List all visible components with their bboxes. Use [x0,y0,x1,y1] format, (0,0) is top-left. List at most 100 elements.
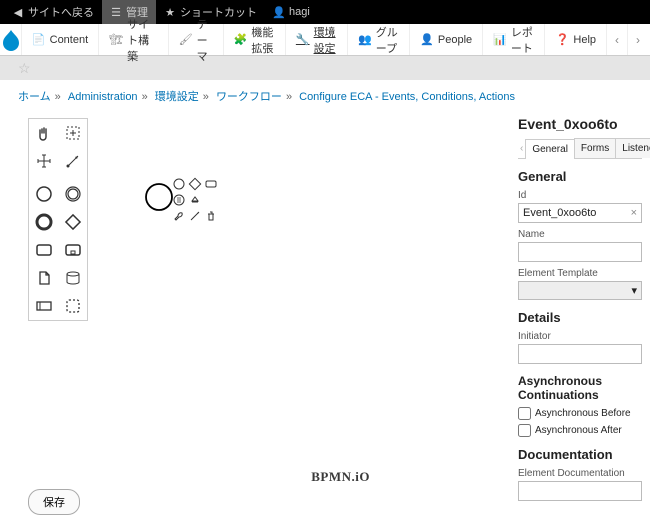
palette-group[interactable] [58,292,87,320]
drupal-logo[interactable] [2,24,21,55]
drupal-toolbar: ◀ サイトへ戻る ☰ 管理 ★ ショートカット 👤 hagi [0,0,650,24]
user-icon: 👤 [273,6,285,19]
name-label: Name [518,229,642,240]
tool-hand[interactable] [29,119,58,147]
breadcrumb: ホーム» Administration» 環境設定» ワークフロー» Confi… [0,80,650,112]
palette-start-event[interactable] [29,180,58,208]
help-icon: ❓ [555,33,569,47]
save-button[interactable]: 保存 [28,489,80,515]
menu-extend-label: 機能拡張 [251,24,275,56]
ctx-append-event[interactable] [172,177,186,191]
favorite-bar: ☆ [0,56,650,80]
tab-general[interactable]: General [525,139,575,159]
async-after-checkbox[interactable] [518,424,531,437]
context-pad [172,177,226,223]
bpmn-canvas[interactable]: 保存 BPMN.iO [0,112,510,525]
doc-field[interactable] [518,481,642,501]
back-icon: ◀ [12,6,24,19]
crumb-current[interactable]: Configure ECA - Events, Conditions, Acti… [299,91,515,103]
panel-title: Event_0xoo6to [518,116,642,132]
palette-end-event[interactable] [29,208,58,236]
favorite-star-icon[interactable]: ☆ [18,60,31,77]
palette-gateway[interactable] [58,208,87,236]
menu-people[interactable]: 👤People [409,24,482,55]
tab-forms[interactable]: Forms [574,138,616,158]
id-value: Event_0xoo6to [523,207,596,219]
menu-content[interactable]: 📄 Content [21,24,99,55]
initiator-field[interactable] [518,344,642,364]
palette-participant[interactable] [29,292,58,320]
tabs-scroll-left[interactable]: ‹ [518,143,525,154]
menu-structure[interactable]: 🏗サイト構築 [98,24,168,55]
menu-config-label: 環境設定 [314,24,338,56]
tool-connect[interactable] [58,147,87,175]
user-label: hagi [289,6,310,18]
chevron-down-icon: ▾ [631,284,637,297]
palette-data-object[interactable] [29,264,58,292]
name-field[interactable] [518,242,642,262]
section-documentation: Documentation [518,447,642,462]
menu-reports-label: レポート [511,24,535,56]
palette-subprocess[interactable] [58,236,87,264]
crumb-workflow[interactable]: ワークフロー [216,91,282,103]
menu-groups-label: グループ [376,24,399,56]
id-field[interactable]: Event_0xoo6to × [518,203,642,223]
tool-space[interactable] [29,147,58,175]
async-before-checkbox[interactable] [518,407,531,420]
ctx-annotation[interactable] [172,193,186,207]
menu-config[interactable]: 🔧 環境設定 [285,24,347,55]
back-label: サイトへ戻る [28,4,94,20]
ctx-delete[interactable] [204,209,218,223]
menu-theme[interactable]: 🖌テーマ [168,24,223,55]
ctx-append-task[interactable] [204,177,218,191]
reports-icon: 📊 [493,33,507,47]
id-label: Id [518,190,642,201]
user-menu[interactable]: 👤 hagi [265,0,318,24]
ctx-spacer1 [204,193,218,207]
menu-help[interactable]: ❓ Help [544,24,606,55]
ctx-append-gateway[interactable] [188,177,202,191]
extend-icon: 🧩 [234,33,248,47]
template-label: Element Template [518,268,642,279]
menu-extend[interactable]: 🧩機能拡張 [223,24,285,55]
canvas-start-event[interactable] [144,182,174,215]
crumb-admin[interactable]: Administration [68,91,138,103]
palette-task[interactable] [29,236,58,264]
crumb-home[interactable]: ホーム [18,91,51,103]
crumb-config[interactable]: 環境設定 [155,91,199,103]
menu-content-label: Content [50,34,89,46]
menu-people-label: People [438,34,472,46]
menu-groups[interactable]: 👥グループ [347,24,409,55]
work-area: 保存 BPMN.iO Event_0xoo6to ‹ General Forms… [0,112,650,525]
palette-data-store[interactable] [58,264,87,292]
back-to-site[interactable]: ◀ サイトへ戻る [4,0,102,24]
template-select[interactable]: ▾ [518,281,642,300]
menu-overflow-left[interactable]: ‹ [606,24,627,55]
initiator-label: Initiator [518,331,642,342]
theme-icon: 🖌 [179,33,193,47]
section-async: Asynchronous Continuations [518,374,642,403]
section-general: General [518,169,642,184]
menu-overflow-right[interactable]: › [627,24,648,55]
async-before-row[interactable]: Asynchronous Before [518,407,642,420]
async-before-label: Asynchronous Before [535,408,631,419]
async-after-row[interactable]: Asynchronous After [518,424,642,437]
palette-intermediate-event[interactable] [58,180,87,208]
menu-reports[interactable]: 📊 レポート [482,24,544,55]
hamburger-icon: ☰ [110,6,122,19]
admin-menu: 📄 Content 🏗サイト構築 🖌テーマ 🧩機能拡張 🔧 環境設定 👥グループ 👤… [0,24,650,56]
menu-help-label: Help [573,34,596,46]
star-icon: ★ [164,6,176,19]
ctx-wrench[interactable] [172,209,186,223]
section-details: Details [518,310,642,325]
config-icon: 🔧 [296,33,310,47]
content-icon: 📄 [32,33,46,47]
tab-listeners[interactable]: Listene [615,138,650,158]
menu-structure-label: サイト構築 [127,16,158,64]
ctx-connect[interactable] [188,209,202,223]
shortcuts-label: ショートカット [180,4,257,20]
tool-lasso[interactable] [58,119,87,147]
structure-icon: 🏗 [109,33,123,47]
ctx-change-type[interactable] [188,193,202,207]
id-clear-icon[interactable]: × [631,207,637,219]
